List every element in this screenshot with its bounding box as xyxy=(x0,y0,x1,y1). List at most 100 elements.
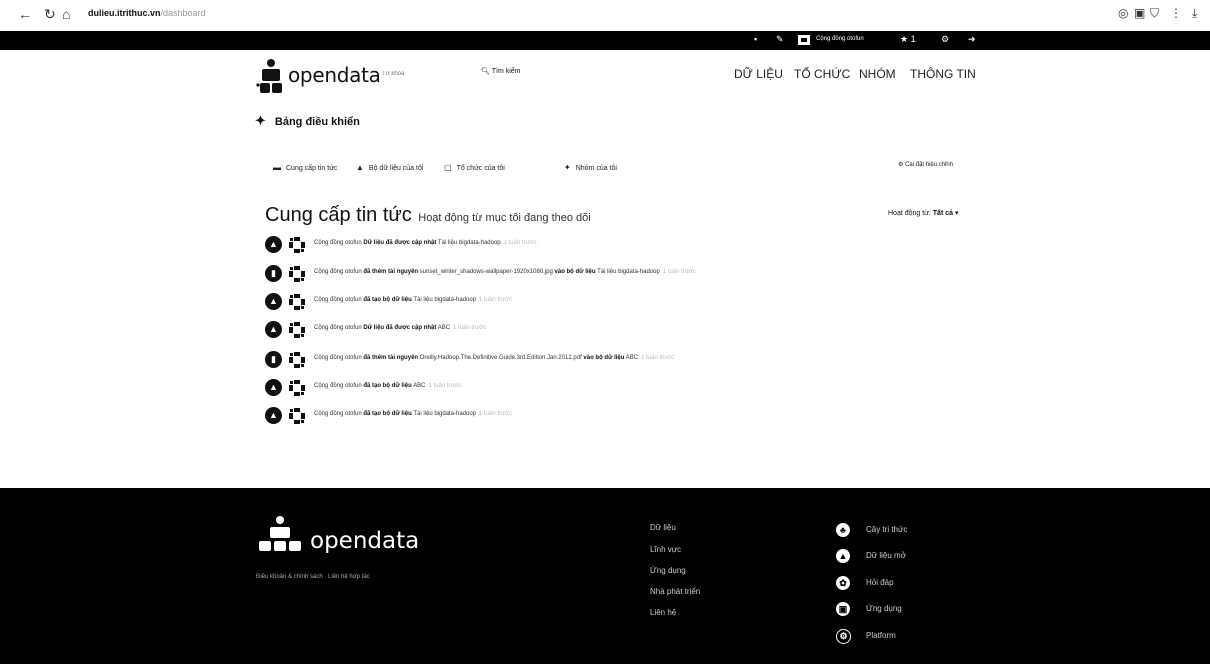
dataset-icon: ▲ xyxy=(265,321,282,338)
site-logo-text[interactable]: opendata xyxy=(288,63,381,87)
feed-object-link[interactable]: Tài liệu bigdata-hadoop xyxy=(413,411,476,417)
user-avatar-icon[interactable] xyxy=(289,380,305,396)
app-icon: ▣ xyxy=(836,602,850,616)
search-button[interactable]: 🔍︎ Tìm kiếm xyxy=(481,67,521,75)
feed-action: vào bộ dữ liệu xyxy=(583,355,625,361)
feed-actor-link[interactable]: Cộng đồng otofun xyxy=(314,269,362,275)
edit-settings-link[interactable]: ⚙ Cài đặt hiệu chỉnh xyxy=(898,161,953,168)
group-icon: ✦ xyxy=(564,163,571,172)
footer-logo-text[interactable]: opendata xyxy=(310,528,419,554)
search-input[interactable] xyxy=(382,67,462,81)
feed-actor-link[interactable]: Cộng đồng otofun xyxy=(314,240,362,246)
edit-icon[interactable]: ✎ xyxy=(776,34,784,45)
user-avatar-icon[interactable] xyxy=(289,408,305,424)
file-icon: ▮ xyxy=(265,265,282,282)
extension-icon[interactable]: ▣ xyxy=(1134,6,1145,20)
user-avatar-icon[interactable] xyxy=(289,322,305,338)
feed-object-link[interactable]: ABC xyxy=(413,383,425,389)
qa-icon: ✿ xyxy=(836,576,850,590)
feed-action: vào bộ dữ liệu xyxy=(554,269,596,275)
reload-icon[interactable]: ↻ xyxy=(44,6,56,23)
extension-icon[interactable]: ◎ xyxy=(1118,6,1128,20)
feed-object-link[interactable]: Tài liệu bigdata-hadoop xyxy=(597,269,660,275)
shield-icon[interactable]: ⛉ xyxy=(1150,6,1159,21)
logout-icon[interactable]: ➜ xyxy=(968,34,976,45)
user-avatar-icon[interactable] xyxy=(289,352,305,368)
feed-time: 1 tuần trước xyxy=(479,411,512,417)
feed-actor-link[interactable]: Cộng đồng otofun xyxy=(314,383,362,389)
footer-link-developers[interactable]: Nhà phát triển xyxy=(650,587,700,596)
nav-datasets[interactable]: DỮ LIỆU xyxy=(734,67,783,81)
feed-subtitle: Hoạt động từ mục tôi đang theo dõi xyxy=(418,212,591,224)
gear-icon[interactable]: ⚙ xyxy=(941,34,949,45)
dashboard-icon[interactable]: ▪ xyxy=(754,34,757,44)
filter-value: Tất cả xyxy=(932,210,954,217)
footer-link-platform[interactable]: Platform xyxy=(866,631,896,640)
footer-tagline[interactable]: Điều khoản & chính sách · Liên hệ hợp tá… xyxy=(256,574,370,580)
feed-actor-link[interactable]: Cộng đồng otofun xyxy=(314,355,362,361)
opendata-logo-icon[interactable] xyxy=(256,58,286,96)
user-name-link[interactable]: Cộng đồng otofun xyxy=(816,36,864,42)
chevron-down-icon: ▾ xyxy=(954,210,959,217)
feed-action: đã tạo bộ dữ liệu xyxy=(363,411,412,417)
user-avatar-icon[interactable] xyxy=(796,33,812,47)
feed-object-link[interactable]: Tài liệu bigdata-hadoop xyxy=(438,240,501,246)
nav-groups[interactable]: NHÓM xyxy=(859,67,896,81)
browser-chrome: ← ↻ ⌂ dulieu.itrithuc.vn/dashboard ◎ ▣ ⛉… xyxy=(0,0,1210,30)
feed-object-link[interactable]: Oreilly.Hadoop.The.Definitive.Guide.3rd.… xyxy=(420,355,582,361)
user-avatar-icon[interactable] xyxy=(289,294,305,310)
feed-item: ▲ Cộng đồng otofun Dữ liệu đã được cập nh… xyxy=(265,320,915,340)
footer-link-contact[interactable]: Liên hệ xyxy=(650,608,676,617)
feed-time: 1 tuần trước xyxy=(428,383,462,389)
feed-item: ▲ Cộng đồng otofun đã tạo bộ dữ liệu ABC 1… xyxy=(265,378,915,398)
home-icon[interactable]: ✦ xyxy=(255,113,266,128)
dataset-icon: ▲ xyxy=(265,379,282,396)
opendata-logo-icon[interactable] xyxy=(255,515,305,555)
feed-object-link[interactable]: ABC xyxy=(438,325,450,331)
download-icon[interactable]: ⤓ xyxy=(1192,6,1197,21)
feed-actor-link[interactable]: Cộng đồng otofun xyxy=(314,411,362,417)
user-avatar-icon[interactable] xyxy=(289,266,305,282)
feed-action: đã thêm tài nguyên xyxy=(363,269,419,275)
menu-icon[interactable]: ⋮ xyxy=(1170,6,1182,20)
tab-news-feed[interactable]: ▬ Cung cấp tin tức xyxy=(273,163,337,172)
activity-filter-dropdown[interactable]: Hoạt động từ: Tất cả ▾ xyxy=(888,209,958,217)
home-icon[interactable]: ⌂ xyxy=(62,6,70,22)
feed-title: Cung cấp tin tức xyxy=(265,204,412,226)
feed-action: đã tạo bộ dữ liệu xyxy=(363,383,412,389)
dataset-icon: ▲ xyxy=(265,407,282,424)
tab-label: Cung cấp tin tức xyxy=(286,165,338,172)
feed-object-link[interactable]: sunset_winter_shadows-wallpaper-1920x108… xyxy=(420,269,553,275)
footer-link-open-data[interactable]: Dữ liệu mở xyxy=(866,551,906,560)
footer-link-apps[interactable]: Ứng dụng xyxy=(650,566,686,575)
footer-link-datasets[interactable]: Dữ liệu xyxy=(650,523,676,532)
url-domain: dulieu.itrithuc.vn xyxy=(88,8,161,18)
tab-my-datasets[interactable]: ▲ Bộ dữ liệu của tôi xyxy=(356,163,423,172)
footer-link-fields[interactable]: Lĩnh vực xyxy=(650,545,681,554)
edit-settings-label: Cài đặt hiệu chỉnh xyxy=(905,162,954,168)
tab-label: Tổ chức của tôi xyxy=(456,165,505,172)
nav-about[interactable]: THÔNG TIN xyxy=(910,67,976,81)
search-button-label: Tìm kiếm xyxy=(491,68,521,75)
address-bar[interactable]: dulieu.itrithuc.vn/dashboard xyxy=(88,8,206,18)
filter-label: Hoạt động từ: xyxy=(888,210,931,217)
feed-actor-link[interactable]: Cộng đồng otofun xyxy=(314,325,362,331)
tab-label: Bộ dữ liệu của tôi xyxy=(368,165,424,172)
followers-icon[interactable]: ★ 1 xyxy=(900,34,916,45)
back-arrow-icon[interactable]: ← xyxy=(18,6,32,22)
feed-action: đã thêm tài nguyên xyxy=(363,355,419,361)
tab-my-organizations[interactable]: ▢ Tổ chức của tôi xyxy=(444,163,505,172)
tab-my-groups[interactable]: ✦ Nhóm của tôi xyxy=(564,163,617,172)
feed-object-link[interactable]: ABC xyxy=(626,355,638,361)
feed-action: Dữ liệu đã được cập nhật xyxy=(363,240,437,246)
footer-link-knowledge-tree[interactable]: Cây tri thức xyxy=(866,525,907,534)
feed-item: ▮ Cộng đồng otofun đã thêm tài nguyên Ore… xyxy=(265,350,915,370)
feed-item: ▲ Cộng đồng otofun đã tạo bộ dữ liệu Tài … xyxy=(265,292,915,312)
user-avatar-icon[interactable] xyxy=(289,237,305,253)
feed-actor-link[interactable]: Cộng đồng otofun xyxy=(314,297,362,303)
nav-organizations[interactable]: TỔ CHỨC xyxy=(794,67,850,81)
search-icon: 🔍︎ xyxy=(481,68,490,75)
feed-object-link[interactable]: Tài liệu bigdata-hadoop xyxy=(413,297,476,303)
footer-link-qa[interactable]: Hỏi đáp xyxy=(866,578,894,587)
footer-link-apps-2[interactable]: Ứng dụng xyxy=(866,604,902,613)
